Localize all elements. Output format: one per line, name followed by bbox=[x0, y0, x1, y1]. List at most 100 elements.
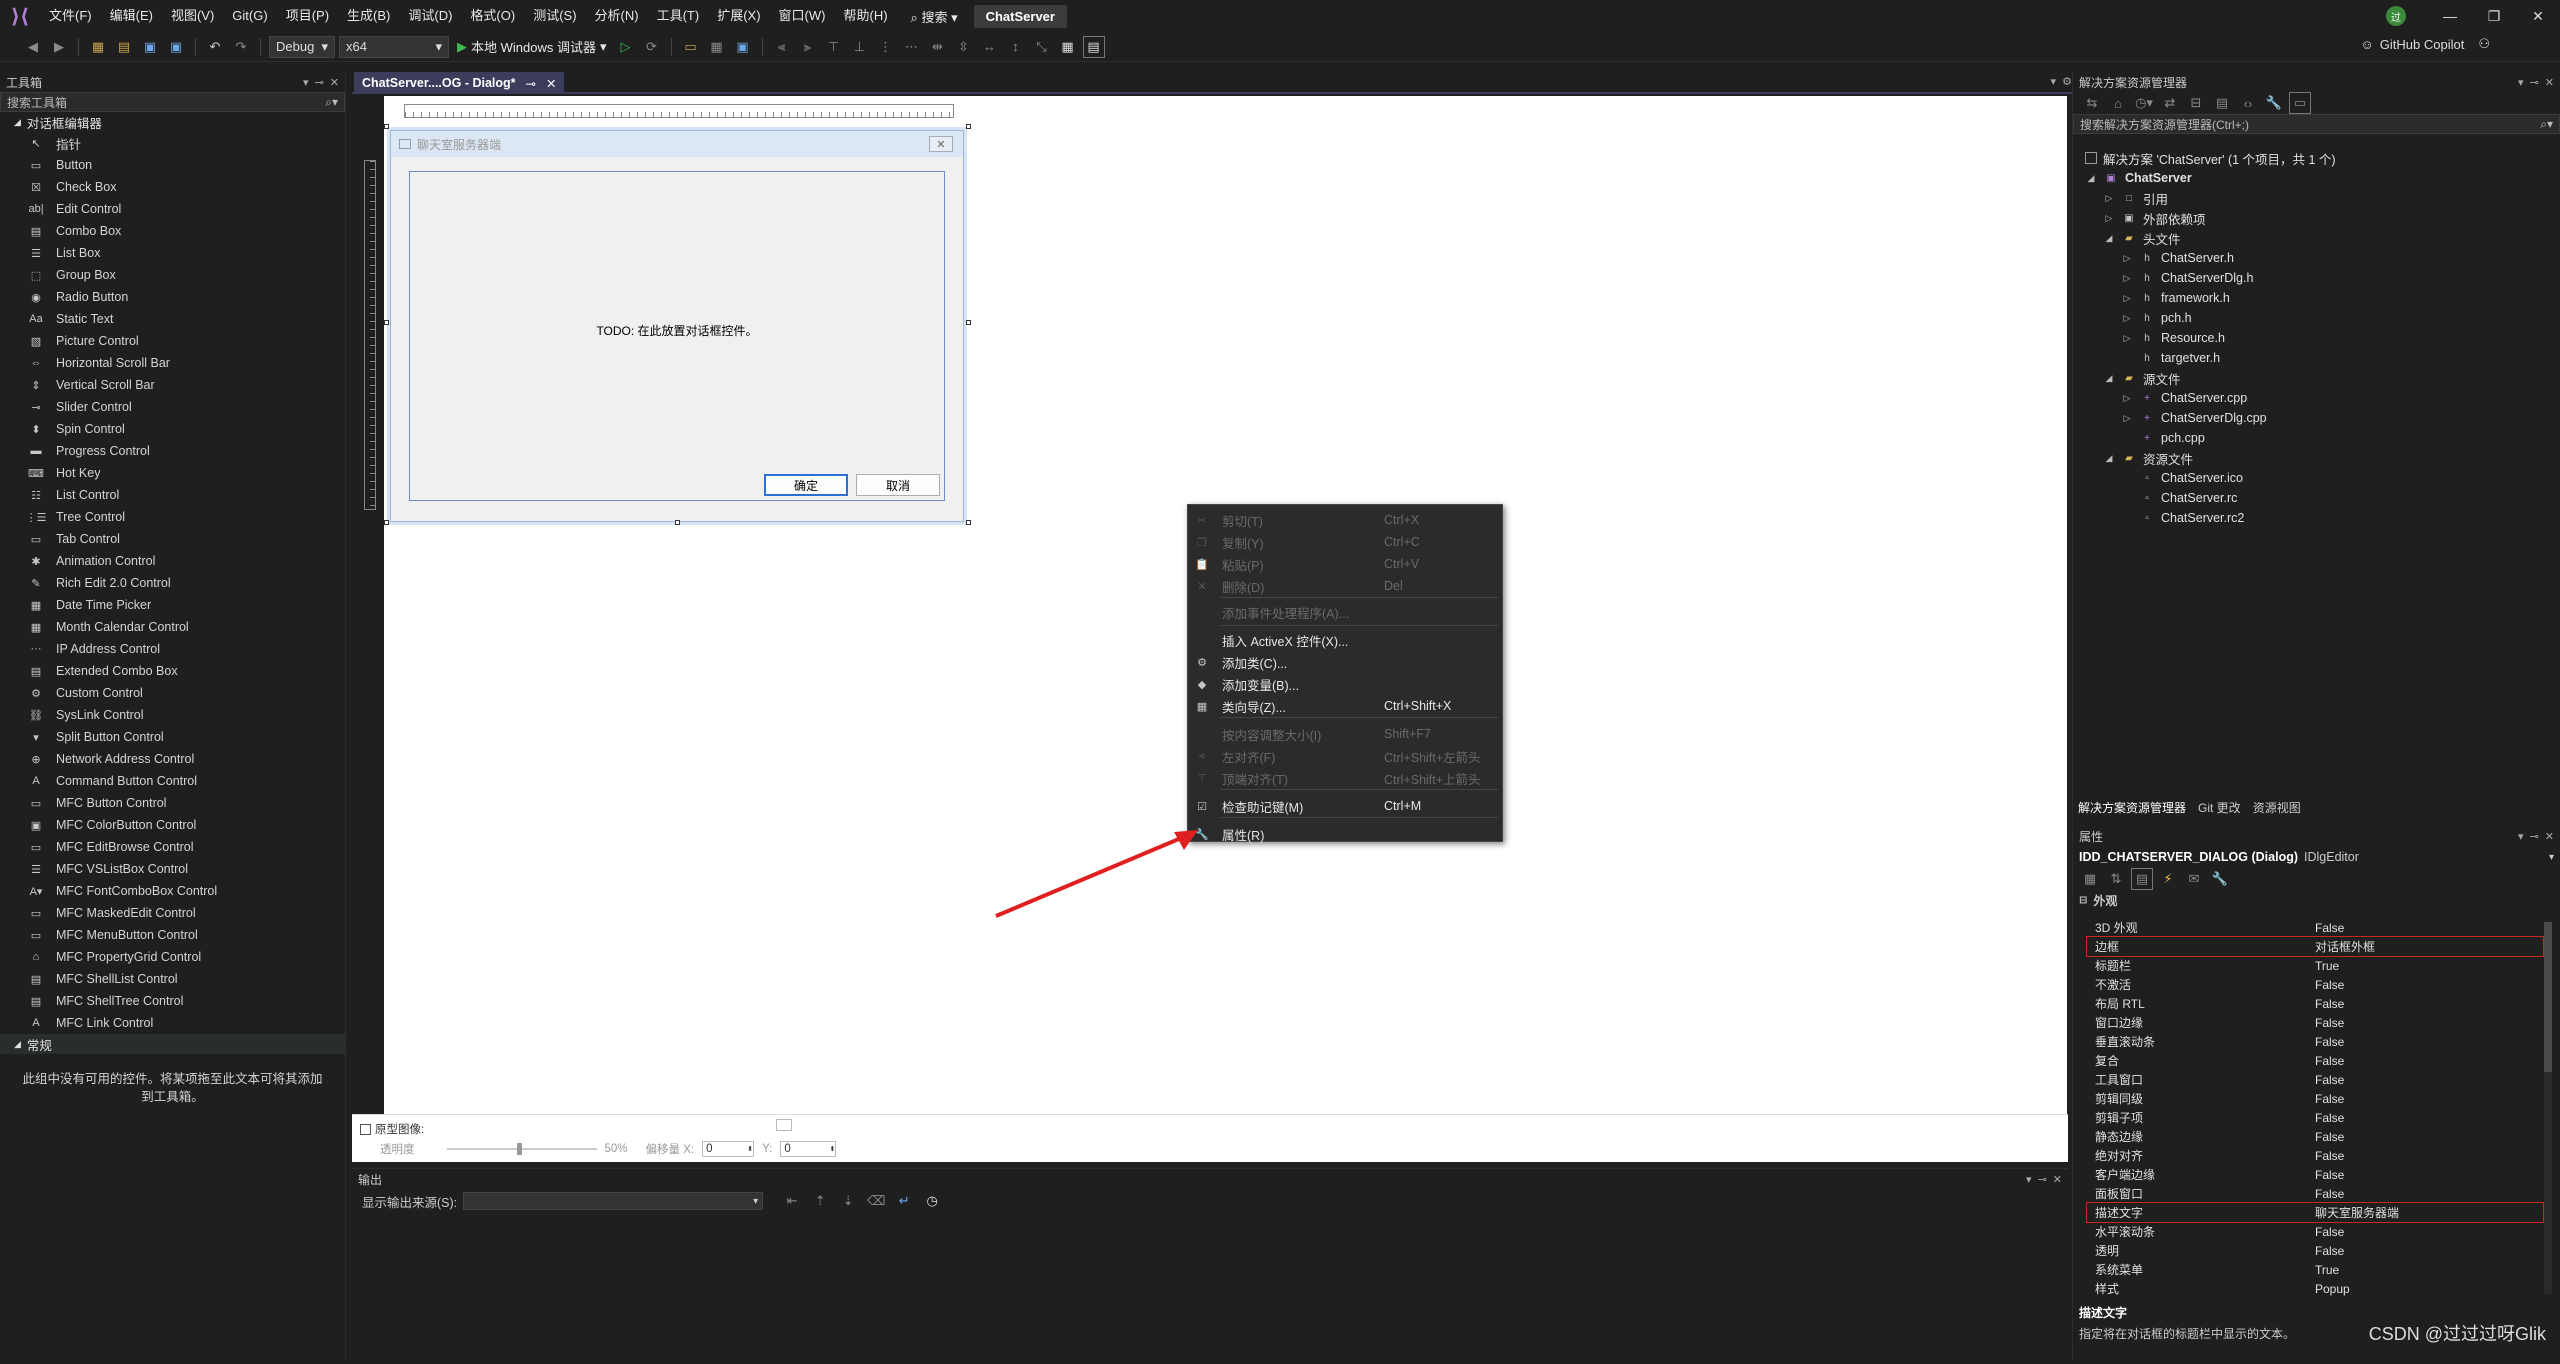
property-value[interactable]: False bbox=[2315, 1054, 2344, 1068]
pin-icon[interactable]: ⊸ bbox=[2530, 830, 2539, 843]
visual-studio-logo-icon[interactable]: ⟩⟨ bbox=[8, 4, 32, 28]
property-value[interactable]: 聊天室服务器端 bbox=[2315, 1204, 2399, 1221]
expand-icon[interactable]: ▷ bbox=[2121, 333, 2133, 344]
property-row[interactable]: 静态边缘 False bbox=[2087, 1127, 2543, 1146]
context-menu-item[interactable]: ☑ 检查助记键(M) Ctrl+M bbox=[1188, 795, 1502, 817]
expand-icon[interactable]: ▷ bbox=[2121, 293, 2133, 304]
find-message-icon[interactable]: ⇤ bbox=[781, 1190, 803, 1212]
tree-node[interactable]: ▫ ChatServer.ico bbox=[2121, 468, 2243, 488]
menu-item[interactable]: 窗口(W) bbox=[770, 0, 835, 32]
toggle-guides-icon[interactable]: ▤ bbox=[1082, 35, 1105, 58]
tree-node[interactable]: ▷ h ChatServer.h bbox=[2121, 248, 2234, 268]
space-across-icon[interactable]: ⇹ bbox=[927, 36, 949, 58]
configuration-dropdown[interactable]: Debug ▾ bbox=[269, 35, 335, 58]
events-icon[interactable]: ⚡ bbox=[2157, 868, 2179, 890]
property-value[interactable]: False bbox=[2315, 921, 2344, 935]
dropdown-icon[interactable]: ▾ bbox=[2518, 76, 2524, 89]
tab-dialog-editor[interactable]: ChatServer....OG - Dialog* ⊸ ✕ bbox=[354, 72, 565, 94]
properties-scrollbar[interactable] bbox=[2544, 922, 2552, 1294]
ok-button[interactable]: 确定 bbox=[764, 474, 848, 496]
restore-icon[interactable]: ❐ bbox=[2472, 0, 2516, 32]
start-without-debugging-icon[interactable]: ▷ bbox=[615, 36, 637, 58]
pin-icon[interactable]: ⊸ bbox=[526, 76, 536, 91]
expand-icon[interactable]: ▷ bbox=[2121, 313, 2133, 324]
property-value[interactable]: False bbox=[2315, 1244, 2344, 1258]
context-menu-item[interactable]: 插入 ActiveX 控件(X)... bbox=[1188, 629, 1502, 651]
context-menu-item[interactable]: ▦ 类向导(Z)... Ctrl+Shift+X bbox=[1188, 695, 1502, 717]
open-file-icon[interactable]: ▤ bbox=[113, 36, 135, 58]
expand-icon[interactable]: ▷ bbox=[2103, 193, 2115, 204]
slider-thumb[interactable] bbox=[516, 1143, 522, 1155]
property-row[interactable]: 客户端边缘 False bbox=[2087, 1165, 2543, 1184]
property-value[interactable]: False bbox=[2315, 1149, 2344, 1163]
toolbox-item[interactable]: ⛓ SysLink Control bbox=[0, 704, 345, 726]
toolbox-item[interactable]: ▭ MFC MenuButton Control bbox=[0, 924, 345, 946]
menu-item[interactable]: 扩展(X) bbox=[708, 0, 769, 32]
output-source-dropdown[interactable]: ▾ bbox=[463, 1192, 764, 1210]
expand-icon[interactable]: ◢ bbox=[2085, 173, 2097, 184]
make-same-height-icon[interactable]: ↕ bbox=[1005, 36, 1027, 58]
align-rights-icon[interactable]: ⫸ bbox=[797, 36, 819, 58]
menu-item[interactable]: 视图(V) bbox=[162, 0, 223, 32]
search-menu[interactable]: ⌕ 搜索 ▾ bbox=[911, 7, 958, 26]
toolbox-item[interactable]: ▤ MFC ShellTree Control bbox=[0, 990, 345, 1012]
toolbox-item[interactable]: ▬ Progress Control bbox=[0, 440, 345, 462]
toolbox-item[interactable]: ▭ MFC EditBrowse Control bbox=[0, 836, 345, 858]
toolbox-item[interactable]: A Command Button Control bbox=[0, 770, 345, 792]
property-row[interactable]: 工具窗口 False bbox=[2087, 1070, 2543, 1089]
resize-handle[interactable] bbox=[966, 124, 971, 129]
make-same-width-icon[interactable]: ↔ bbox=[979, 36, 1001, 58]
menu-item[interactable]: 测试(S) bbox=[524, 0, 585, 32]
redo-icon[interactable]: ↷ bbox=[230, 36, 252, 58]
test-dialog-icon[interactable]: ▣ bbox=[732, 36, 754, 58]
hot-reload-icon[interactable]: ⟳ bbox=[641, 36, 663, 58]
pin-icon[interactable]: ⊸ bbox=[2038, 1173, 2047, 1186]
close-icon[interactable]: ✕ bbox=[2545, 830, 2554, 843]
clear-all-icon[interactable]: ⌫ bbox=[865, 1190, 887, 1212]
property-value[interactable]: False bbox=[2315, 1187, 2344, 1201]
expand-icon[interactable]: ▷ bbox=[2121, 273, 2133, 284]
layout-icon[interactable]: ▦ bbox=[706, 36, 728, 58]
project-node[interactable]: ◢ ▣ ChatServer bbox=[2085, 168, 2192, 188]
center-horizontal-icon[interactable]: ⋯ bbox=[901, 36, 923, 58]
panel-tab[interactable]: 资源视图 bbox=[2253, 799, 2301, 816]
toolbox-item[interactable]: ☰ MFC VSListBox Control bbox=[0, 858, 345, 880]
offset-x-input[interactable]: 0 ⬍ bbox=[702, 1141, 755, 1157]
tree-node[interactable]: ▷ + ChatServerDlg.cpp bbox=[2121, 408, 2267, 428]
toolbox-category-dialog-editor[interactable]: ◢ 对话框编辑器 bbox=[0, 112, 345, 132]
property-row[interactable]: 剪辑子项 False bbox=[2087, 1108, 2543, 1127]
toolbox-item[interactable]: ab| Edit Control bbox=[0, 198, 345, 220]
pin-icon[interactable]: ⊸ bbox=[315, 76, 324, 89]
expand-icon[interactable]: ◢ bbox=[2103, 373, 2115, 384]
property-category[interactable]: ⊟ 外观 bbox=[2073, 890, 2560, 910]
folder-icon[interactable]: ▭ bbox=[680, 36, 702, 58]
property-value[interactable]: False bbox=[2315, 997, 2344, 1011]
property-value[interactable]: False bbox=[2315, 1016, 2344, 1030]
panel-tab[interactable]: Git 更改 bbox=[2198, 799, 2241, 816]
resize-handle[interactable] bbox=[966, 520, 971, 525]
toolbox-item[interactable]: ⇔ Horizontal Scroll Bar bbox=[0, 352, 345, 374]
scroll-thumb[interactable] bbox=[2544, 922, 2552, 1072]
close-icon[interactable]: ✕ bbox=[546, 76, 556, 91]
switch-views-icon[interactable]: ⇆ bbox=[2081, 92, 2103, 114]
dropdown-icon[interactable]: ▾ bbox=[303, 76, 309, 89]
property-row[interactable]: 剪辑同级 False bbox=[2087, 1089, 2543, 1108]
timestamp-icon[interactable]: ◷ bbox=[921, 1190, 943, 1212]
toolbox-item[interactable]: ⚙ Custom Control bbox=[0, 682, 345, 704]
close-icon[interactable]: ✕ bbox=[2516, 0, 2560, 32]
menu-item[interactable]: 格式(O) bbox=[461, 0, 524, 32]
avatar[interactable]: 过 bbox=[2386, 6, 2406, 26]
toolbox-item[interactable]: ⋮☰ Tree Control bbox=[0, 506, 345, 528]
toolbox-item[interactable]: ▭ Button bbox=[0, 154, 345, 176]
expand-icon[interactable]: ◢ bbox=[2103, 233, 2115, 244]
property-value[interactable]: True bbox=[2315, 959, 2339, 973]
menu-item[interactable]: 调试(D) bbox=[399, 0, 461, 32]
sync-icon[interactable]: ⇄ bbox=[2159, 92, 2181, 114]
tree-node[interactable]: ◢ ▰ 资源文件 bbox=[2103, 448, 2193, 468]
tree-node[interactable]: ▷ □ 引用 bbox=[2103, 188, 2168, 208]
toolbox-item[interactable]: Aa Static Text bbox=[0, 308, 345, 330]
toolbox-search-input[interactable]: 搜索工具箱 ⌕▾ bbox=[0, 92, 345, 112]
property-value[interactable]: False bbox=[2315, 1111, 2344, 1125]
property-value[interactable]: Popup bbox=[2315, 1282, 2350, 1296]
dropdown-icon[interactable]: ▾ bbox=[2518, 830, 2524, 843]
